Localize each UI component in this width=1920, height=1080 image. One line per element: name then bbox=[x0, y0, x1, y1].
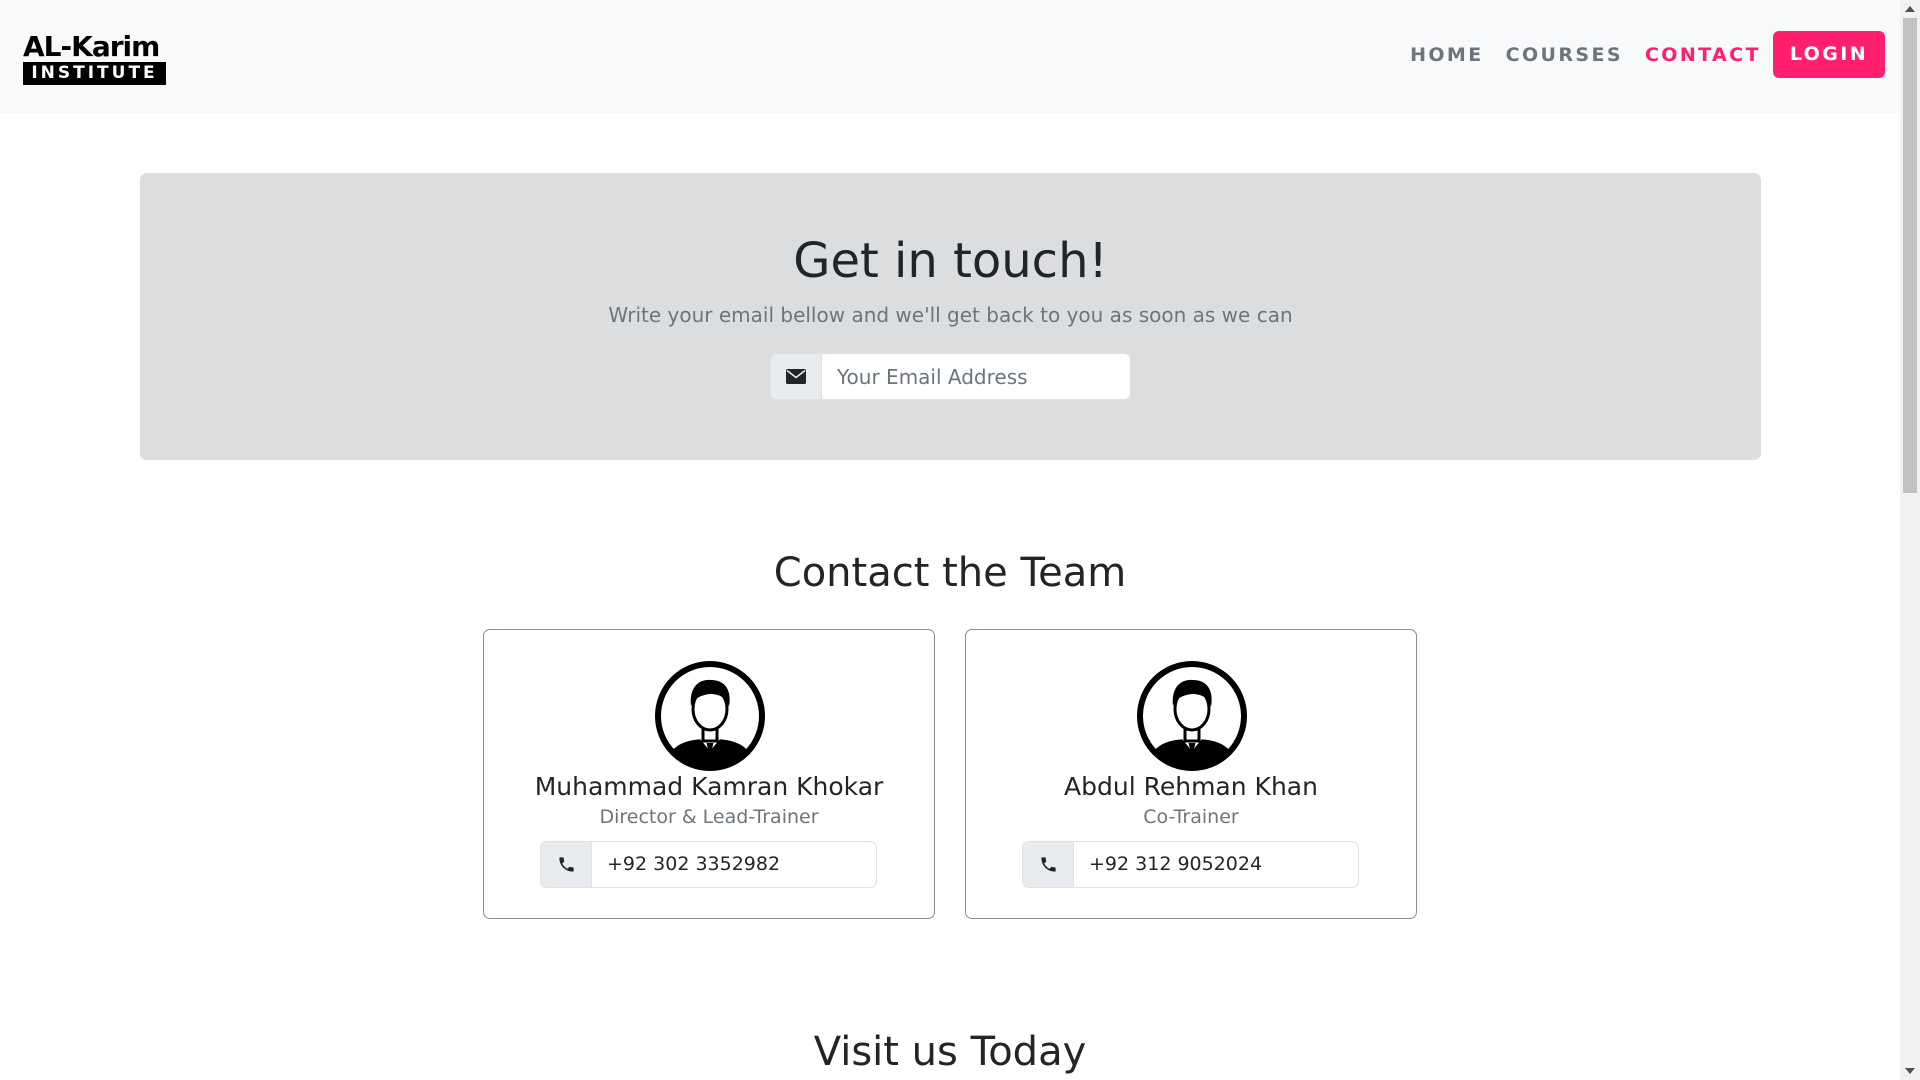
brand-logo[interactable]: AL-Karim INSTITUTE bbox=[23, 33, 166, 85]
member-name: Muhammad Kamran Khokar bbox=[534, 772, 884, 801]
nav-menu: HOME COURSES CONTACT LOGIN bbox=[1388, 31, 1885, 78]
phone-number[interactable]: +92 312 9052024 bbox=[1074, 842, 1358, 887]
hero-title: Get in touch! bbox=[793, 233, 1108, 289]
login-button[interactable]: LOGIN bbox=[1772, 31, 1885, 78]
phone-number[interactable]: +92 302 3352982 bbox=[592, 842, 876, 887]
phone-icon bbox=[541, 842, 592, 887]
scrollbar-thumb[interactable] bbox=[1903, 18, 1917, 493]
hero-subtitle: Write your email bellow and we'll get ba… bbox=[608, 303, 1293, 327]
visit-section-title: Visit us Today bbox=[813, 1029, 1087, 1075]
team-card: Muhammad Kamran Khokar Director & Lead-T… bbox=[483, 629, 935, 919]
member-role: Director & Lead-Trainer bbox=[599, 806, 819, 828]
nav-item-courses[interactable]: COURSES bbox=[1506, 44, 1623, 66]
envelope-icon bbox=[771, 354, 822, 399]
person-avatar-icon bbox=[653, 659, 767, 773]
get-in-touch-section: Get in touch! Write your email bellow an… bbox=[140, 173, 1761, 460]
nav-item-home[interactable]: HOME bbox=[1410, 44, 1484, 66]
phone-icon bbox=[1023, 842, 1074, 887]
brand-subtitle: INSTITUTE bbox=[23, 62, 166, 85]
email-input-group bbox=[770, 353, 1131, 400]
scroll-up-arrow-icon[interactable] bbox=[1905, 6, 1915, 12]
team-section-title: Contact the Team bbox=[773, 550, 1127, 596]
email-input[interactable] bbox=[822, 354, 1130, 399]
person-avatar-icon bbox=[1135, 659, 1249, 773]
page-scrollbar[interactable] bbox=[1900, 0, 1920, 1080]
brand-name: AL-Karim bbox=[23, 30, 160, 63]
member-role: Co-Trainer bbox=[1143, 806, 1239, 828]
scroll-down-arrow-icon[interactable] bbox=[1905, 1068, 1915, 1074]
team-card: Abdul Rehman Khan Co-Trainer +92 312 905… bbox=[965, 629, 1417, 919]
nav-item-contact[interactable]: CONTACT bbox=[1645, 44, 1761, 66]
phone-field: +92 312 9052024 bbox=[1022, 841, 1359, 888]
navbar: AL-Karim INSTITUTE HOME COURSES CONTACT … bbox=[0, 0, 1900, 113]
phone-field: +92 302 3352982 bbox=[540, 841, 877, 888]
member-name: Abdul Rehman Khan bbox=[1064, 772, 1318, 801]
